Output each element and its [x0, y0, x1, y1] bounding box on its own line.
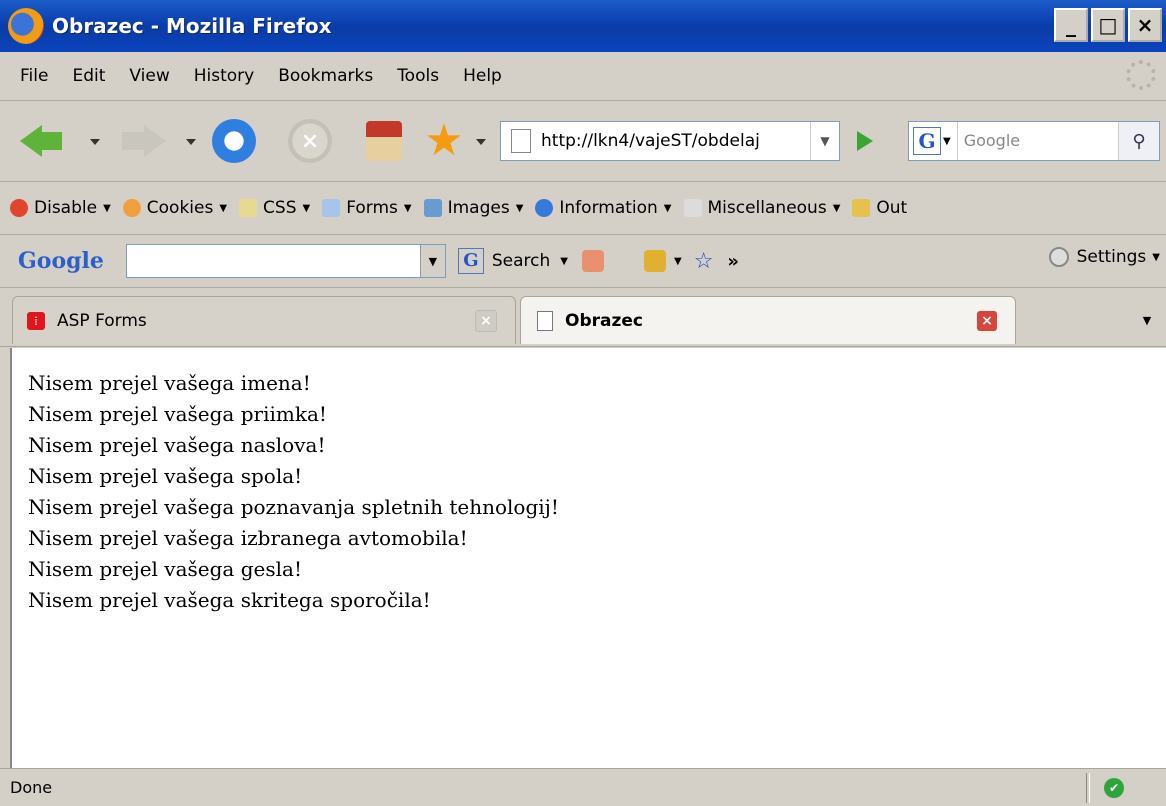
disable-icon	[10, 199, 28, 217]
tab-asp-forms[interactable]: ⁞ ASP Forms ×	[12, 296, 516, 344]
forms-icon	[322, 199, 341, 217]
information-icon	[535, 199, 554, 217]
status-text: Done	[10, 778, 53, 797]
forward-icon[interactable]	[120, 119, 166, 163]
engine-dropdown-icon[interactable]: ▼	[943, 136, 951, 147]
news-icon[interactable]	[581, 250, 604, 272]
url-dropdown-icon[interactable]: ▼	[810, 122, 839, 160]
web-developer-toolbar: Disable ▼ Cookies ▼ CSS ▼ Forms ▼ Images ▼ In…	[0, 182, 1166, 235]
tab-close-icon[interactable]: ×	[475, 309, 497, 332]
status-separator	[1086, 772, 1090, 803]
message-line: Nisem prejel vašega izbranega avtomobila…	[28, 526, 468, 550]
close-button[interactable]: ×	[1128, 8, 1162, 42]
menu-bookmarks[interactable]: Bookmarks	[278, 66, 373, 86]
menu-file[interactable]: File	[20, 66, 48, 86]
menu-help[interactable]: Help	[463, 66, 502, 86]
maximize-button[interactable]: □	[1091, 8, 1125, 42]
throbber-icon	[1126, 60, 1156, 90]
status-ok-icon: ✔	[1104, 777, 1124, 798]
forward-dropdown-icon[interactable]	[186, 139, 196, 145]
tab-label: Obrazec	[565, 310, 643, 331]
asp-favicon-icon: ⁞	[27, 311, 45, 330]
bookmark-star-icon[interactable]: ★	[420, 119, 468, 167]
message-line: Nisem prejel vašega priimka!	[28, 402, 327, 426]
back-icon[interactable]	[18, 119, 62, 163]
message-line: Nisem prejel vašega spola!	[28, 464, 303, 488]
page-favicon-icon	[537, 310, 553, 331]
menu-tools[interactable]: Tools	[397, 66, 439, 86]
dev-information[interactable]: Information ▼	[535, 198, 672, 218]
menu-view[interactable]: View	[129, 66, 169, 86]
settings-icon	[1048, 247, 1069, 267]
back-dropdown-icon[interactable]	[90, 139, 100, 145]
url-bar[interactable]: http://lkn4/vajeST/obdelaj ▼	[500, 121, 840, 161]
dev-forms[interactable]: Forms ▼	[322, 198, 412, 218]
reload-icon[interactable]	[212, 119, 256, 163]
tab-bar: ⁞ ASP Forms × Obrazec × ▼	[0, 288, 1166, 347]
dev-cookies[interactable]: Cookies ▼	[122, 198, 227, 218]
minimize-button[interactable]: _	[1054, 8, 1088, 42]
search-icon[interactable]: ⚲	[1118, 122, 1159, 160]
dev-css[interactable]: CSS ▼	[239, 198, 310, 218]
more-chevron[interactable]: »	[727, 251, 739, 272]
firefox-logo-icon	[8, 8, 44, 44]
google-search-input[interactable]: ▼	[125, 244, 446, 278]
popup-blocker-icon[interactable]	[643, 250, 666, 272]
stop-icon[interactable]: ×	[288, 119, 332, 163]
cookies-icon	[122, 199, 141, 217]
popup-dropdown-icon[interactable]: ▼	[674, 256, 682, 267]
search-input[interactable]: Google	[956, 122, 1118, 160]
google-search-button[interactable]: G Search ▼	[457, 248, 568, 274]
images-icon	[423, 199, 442, 217]
status-bar: Done ✔	[0, 768, 1166, 806]
menu-history[interactable]: History	[194, 66, 254, 86]
page-content: Nisem prejel vašega imena! Nisem prejel …	[10, 348, 1166, 768]
miscellaneous-icon	[683, 199, 702, 217]
message-line: Nisem prejel vašega naslova!	[28, 433, 326, 457]
outline-icon	[852, 199, 871, 217]
navigation-toolbar: × ★ http://lkn4/vajeST/obdelaj ▼ G ▼ Goo…	[0, 101, 1166, 182]
title-bar[interactable]: Obrazec - Mozilla Firefox _ □ ×	[0, 0, 1166, 52]
url-text[interactable]: http://lkn4/vajeST/obdelaj	[541, 131, 810, 151]
bookmark-star-icon[interactable]: ☆	[694, 249, 714, 274]
google-logo[interactable]: Google	[18, 248, 104, 274]
home-icon[interactable]	[366, 121, 402, 161]
message-line: Nisem prejel vašega imena!	[28, 371, 311, 395]
dev-miscellaneous[interactable]: Miscellaneous ▼	[683, 198, 840, 218]
message-list: Nisem prejel vašega imena! Nisem prejel …	[28, 368, 1166, 616]
google-settings[interactable]: Settings ▼	[1048, 247, 1160, 267]
tab-close-icon[interactable]: ×	[977, 310, 997, 331]
dev-disable[interactable]: Disable ▼	[10, 198, 111, 218]
go-icon[interactable]	[845, 123, 885, 159]
google-search-dropdown-icon[interactable]: ▼	[419, 245, 445, 277]
tab-obrazec[interactable]: Obrazec ×	[520, 296, 1016, 344]
menu-bar: File Edit View History Bookmarks Tools H…	[0, 52, 1166, 101]
window-title: Obrazec - Mozilla Firefox	[52, 14, 332, 38]
dev-outline[interactable]: Out	[852, 198, 907, 218]
google-engine-icon[interactable]: G	[913, 127, 941, 155]
google-toolbar: Google ▼ G Search ▼ ▼ ☆ » Settings ▼	[0, 235, 1166, 288]
menu-edit[interactable]: Edit	[72, 66, 105, 86]
tab-label: ASP Forms	[57, 310, 147, 331]
search-box[interactable]: G ▼ Google ⚲	[908, 121, 1160, 161]
message-line: Nisem prejel vašega skritega sporočila!	[28, 588, 431, 612]
browser-window: Obrazec - Mozilla Firefox _ □ × File Edi…	[0, 0, 1166, 806]
page-icon	[511, 129, 531, 153]
tab-list-dropdown-icon[interactable]: ▼	[1132, 302, 1162, 338]
css-icon	[239, 199, 258, 217]
message-line: Nisem prejel vašega gesla!	[28, 557, 302, 581]
dev-images[interactable]: Images ▼	[423, 198, 523, 218]
google-g-icon: G	[457, 248, 484, 274]
star-dropdown-icon[interactable]	[476, 139, 486, 145]
message-line: Nisem prejel vašega poznavanja spletnih …	[28, 495, 559, 519]
